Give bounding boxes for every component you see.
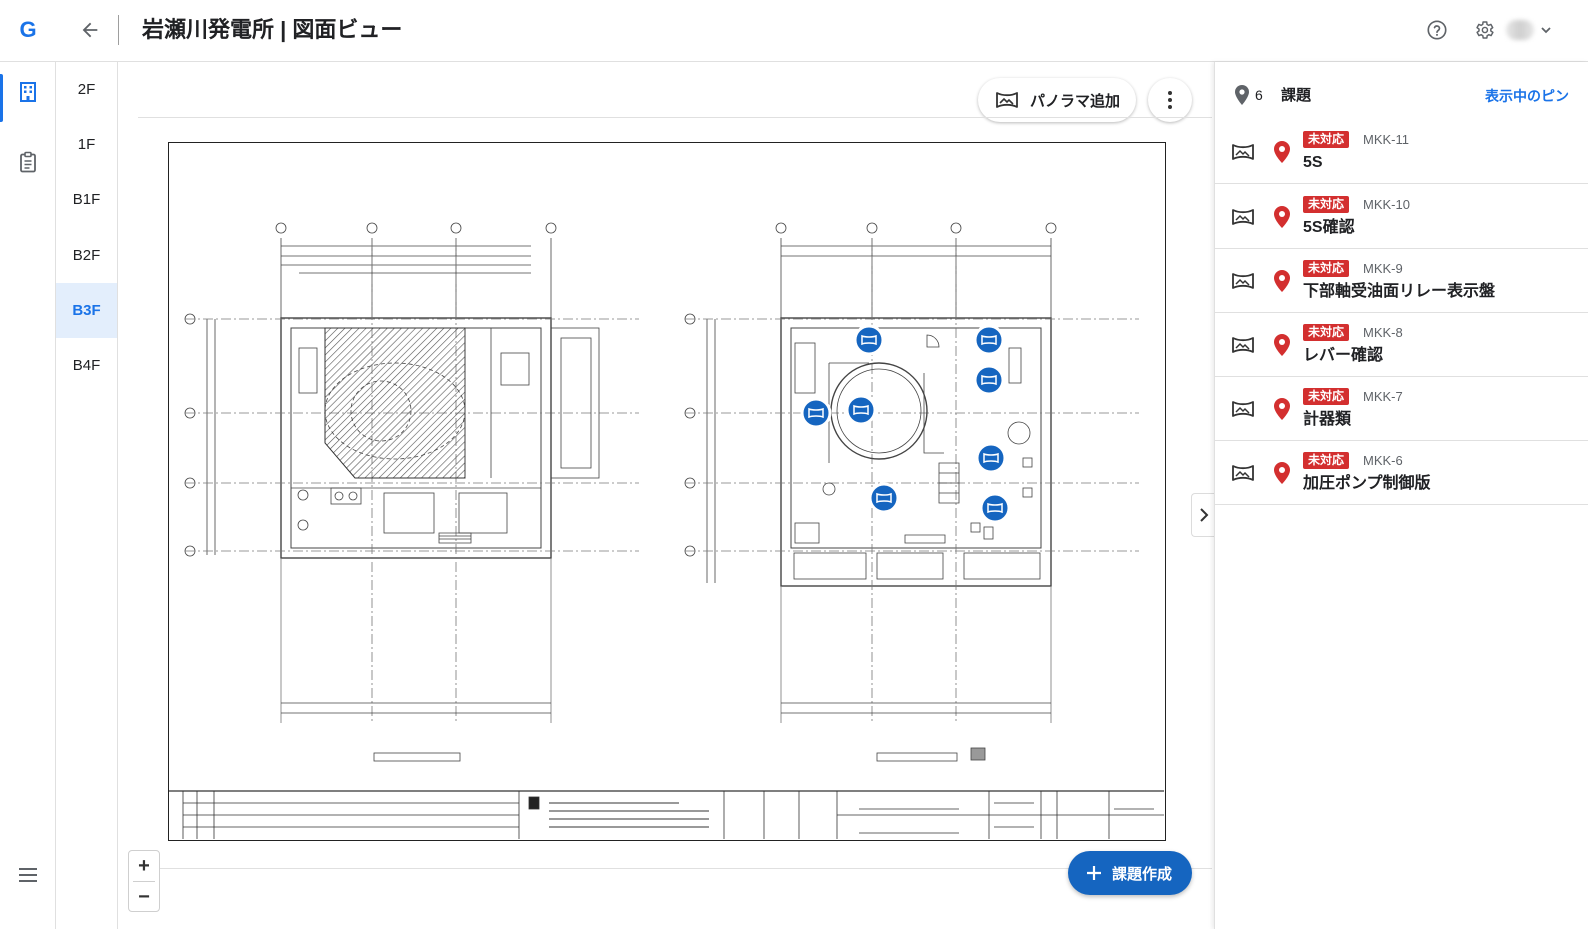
help-button[interactable]	[1424, 17, 1450, 43]
floor-item-b1f[interactable]: B1F	[56, 172, 117, 227]
status-badge: 未対応	[1303, 324, 1350, 341]
map-pin-icon	[1274, 334, 1290, 356]
toolbar-divider	[138, 117, 1212, 118]
panorama-icon	[1232, 144, 1254, 160]
issue-item[interactable]: 未対応 MKK-9 下部軸受油面リレー表示盤	[1215, 249, 1588, 313]
floor-item-b4f[interactable]: B4F	[56, 338, 117, 393]
rail-item-menu[interactable]	[0, 851, 56, 899]
floor-item-b2f[interactable]: B2F	[56, 228, 117, 283]
issue-code: MKK-11	[1363, 132, 1409, 147]
plus-icon	[1087, 866, 1101, 880]
drawing-view: パノラマ追加 + − 課題作成	[118, 62, 1215, 929]
clipboard-icon	[20, 151, 36, 173]
issue-name: 5S	[1303, 154, 1323, 171]
page-title: 岩瀬川発電所 | 図面ビュー	[142, 17, 403, 42]
avatar	[1506, 20, 1534, 40]
zoom-in-button[interactable]: +	[129, 851, 159, 881]
floor-list: 2F 1F B1F B2F B3F B4F	[56, 62, 118, 929]
title-block	[169, 790, 1164, 839]
status-badge: 未対応	[1303, 260, 1350, 277]
help-icon	[1427, 20, 1447, 40]
pin-count-value: 6	[1255, 87, 1263, 103]
floor-item-1f[interactable]: 1F	[56, 117, 117, 172]
arrow-left-icon	[82, 22, 98, 38]
create-issue-label: 課題作成	[1112, 865, 1173, 883]
map-pin-icon	[1274, 206, 1290, 228]
gear-icon	[1476, 21, 1494, 39]
status-badge: 未対応	[1303, 388, 1350, 405]
add-panorama-label: パノラマ追加	[1030, 92, 1121, 110]
chevron-right-icon	[1199, 508, 1208, 522]
title-divider	[118, 15, 119, 45]
more-options-button[interactable]	[1148, 78, 1192, 122]
pin-count: 6	[1233, 84, 1263, 106]
top-bar: G 岩瀬川発電所 | 図面ビュー	[0, 0, 1588, 62]
issue-code: MKK-10	[1363, 197, 1410, 212]
issue-panel-header: 6 課題 表示中のピン	[1215, 62, 1588, 124]
zoom-control: + −	[128, 850, 160, 912]
left-plan	[184, 222, 639, 723]
status-badge: 未対応	[1303, 196, 1350, 213]
visible-pins-link[interactable]: 表示中のピン	[1485, 86, 1569, 106]
floor-item-b3f[interactable]: B3F	[56, 283, 117, 338]
location-pin-icon	[1235, 85, 1249, 105]
status-badge: 未対応	[1303, 452, 1350, 469]
issue-panel: 6 課題 表示中のピン 未対応 MKK-11 5S 未対応 MKK-10 5S確…	[1214, 62, 1588, 929]
menu-icon	[19, 868, 37, 882]
app-logo[interactable]: G	[14, 16, 42, 44]
issue-name: レバー確認	[1303, 347, 1384, 364]
building-icon	[20, 82, 36, 102]
more-vertical-icon	[1168, 91, 1172, 109]
create-issue-button[interactable]: 課題作成	[1068, 851, 1192, 895]
issue-item[interactable]: 未対応 MKK-6 加圧ポンプ制御版	[1215, 441, 1588, 505]
floor-plan-artwork	[169, 222, 1164, 839]
issue-code: MKK-6	[1363, 453, 1403, 468]
issue-panel-title: 課題	[1281, 87, 1312, 104]
back-button[interactable]	[74, 13, 106, 47]
rail-item-tasks[interactable]	[0, 138, 56, 186]
map-pin-icon	[1274, 398, 1290, 420]
add-panorama-button[interactable]: パノラマ追加	[978, 78, 1136, 122]
map-pin-icon	[1274, 270, 1290, 292]
map-pin-icon	[1274, 141, 1290, 163]
status-badge: 未対応	[1303, 131, 1350, 148]
collapse-panel-button[interactable]	[1191, 493, 1215, 537]
issue-item[interactable]: 未対応 MKK-11 5S	[1215, 120, 1588, 184]
bottom-divider	[138, 868, 1212, 869]
settings-button[interactable]	[1471, 17, 1497, 43]
rail-item-drawings[interactable]	[0, 68, 56, 122]
panorama-icon	[1232, 273, 1254, 289]
zoom-out-button[interactable]: −	[129, 882, 159, 912]
floor-item-2f[interactable]: 2F	[56, 62, 117, 117]
panorama-icon	[1232, 401, 1254, 417]
issue-item[interactable]: 未対応 MKK-8 レバー確認	[1215, 313, 1588, 377]
issue-item[interactable]: 未対応 MKK-10 5S確認	[1215, 185, 1588, 249]
issue-code: MKK-8	[1363, 325, 1403, 340]
app-root: G 岩瀬川発電所 | 図面ビュー 2F 1F B1F B2F B3F B4F パ…	[0, 0, 1588, 929]
left-rail	[0, 62, 56, 929]
panorama-icon	[1232, 465, 1254, 481]
issue-item[interactable]: 未対応 MKK-7 計器類	[1215, 377, 1588, 441]
floor-plan-drawing[interactable]	[168, 142, 1166, 841]
right-plan	[684, 222, 1139, 761]
issue-name: 5S確認	[1303, 219, 1355, 236]
issue-code: MKK-9	[1363, 261, 1403, 276]
map-pin-icon	[1274, 462, 1290, 484]
chevron-down-icon	[1541, 27, 1551, 34]
issue-code: MKK-7	[1363, 389, 1403, 404]
panorama-icon	[1232, 209, 1254, 225]
issue-name: 加圧ポンプ制御版	[1303, 475, 1431, 492]
issue-name: 下部軸受油面リレー表示盤	[1303, 283, 1496, 300]
issue-name: 計器類	[1303, 411, 1352, 428]
panorama-icon	[1232, 337, 1254, 353]
panorama-icon	[996, 92, 1018, 108]
account-menu[interactable]	[1506, 17, 1558, 43]
